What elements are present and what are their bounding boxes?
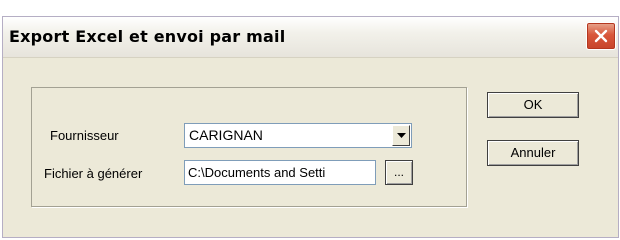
close-button[interactable] [586, 22, 616, 50]
title-bar[interactable]: Export Excel et envoi par mail [3, 17, 618, 58]
fichier-label: Fichier à générer [44, 166, 143, 181]
fichier-path-input[interactable]: C:\Documents and Setti [184, 160, 376, 185]
fournisseur-select[interactable]: CARIGNAN [184, 123, 412, 148]
fournisseur-value: CARIGNAN [189, 127, 263, 143]
chevron-down-icon [397, 133, 406, 138]
dialog-window: Export Excel et envoi par mail Fournisse… [2, 16, 619, 238]
annuler-button[interactable]: Annuler [487, 140, 579, 166]
ok-button[interactable]: OK [487, 92, 579, 118]
dropdown-button[interactable] [392, 125, 410, 146]
close-icon [594, 29, 608, 43]
form-groupbox: Fournisseur CARIGNAN Fichier à générer C… [31, 87, 467, 207]
window-title: Export Excel et envoi par mail [9, 27, 286, 46]
fichier-path-value: C:\Documents and Setti [188, 165, 326, 180]
fournisseur-label: Fournisseur [50, 128, 119, 143]
browse-button[interactable]: ... [385, 160, 413, 185]
